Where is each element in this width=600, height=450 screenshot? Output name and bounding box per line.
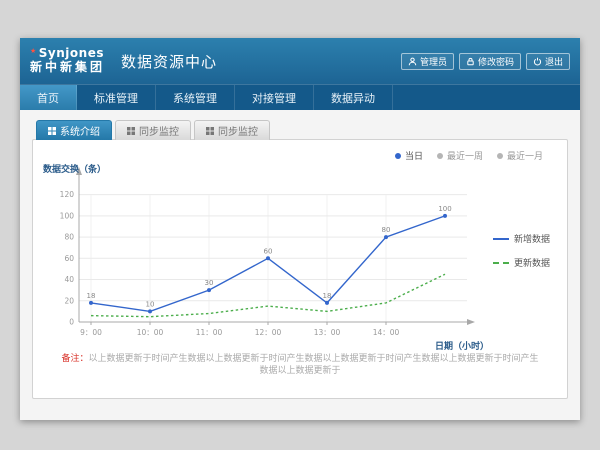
svg-text:数据交换（条）: 数据交换（条） (43, 163, 106, 175)
change-password-button[interactable]: 修改密码 (459, 53, 521, 70)
logo-wordmark: ★Synjones (30, 47, 105, 61)
power-icon (533, 57, 542, 66)
chart-panel: 当日 最近一周 最近一月 0204060801001209：0010：0011：… (32, 139, 568, 399)
grid-icon (127, 127, 135, 135)
svg-text:13：00: 13：00 (314, 328, 341, 337)
svg-text:40: 40 (64, 275, 74, 284)
nav-item-data-change[interactable]: 数据异动 (314, 85, 393, 110)
footnote-label: 备注： (61, 354, 88, 364)
logo-company-name: 新中新集团 (30, 61, 105, 75)
tab-sync-monitor-2[interactable]: 同步监控 (194, 120, 270, 140)
logo-star-icon: ★ (30, 47, 37, 55)
svg-text:80: 80 (64, 233, 74, 242)
logo: ★Synjones 新中新集团 (30, 47, 105, 75)
svg-text:14：00: 14：00 (373, 328, 400, 337)
svg-text:120: 120 (60, 190, 75, 199)
grid-icon (206, 127, 214, 135)
logout-button[interactable]: 退出 (526, 53, 570, 70)
app-window: ★Synjones 新中新集团 数据资源中心 管理员 修改密码 退出 首页 标准… (20, 38, 580, 420)
period-last-month[interactable]: 最近一月 (497, 149, 543, 162)
header-actions: 管理员 修改密码 退出 (401, 53, 570, 70)
nav-item-system-mgmt[interactable]: 系统管理 (156, 85, 235, 110)
line-chart: 0 20 40 60 80 100 120 9：00 10：00 11：00 12：00 13：00 1… (41, 160, 491, 360)
user-icon (408, 57, 417, 66)
legend-dot-icon (395, 153, 401, 159)
series-legend: 新增数据 更新数据 (493, 232, 559, 269)
dashed-line-icon (493, 262, 509, 264)
svg-text:12：00: 12：00 (255, 328, 282, 337)
svg-text:60: 60 (264, 247, 273, 255)
svg-text:11：00: 11：00 (196, 328, 223, 337)
nav-item-standard-mgmt[interactable]: 标准管理 (77, 85, 156, 110)
svg-text:日期（小时）: 日期（小时） (435, 340, 489, 352)
grid-icon (48, 127, 56, 135)
svg-text:30: 30 (205, 279, 214, 287)
legend-update-data: 更新数据 (493, 256, 559, 269)
solid-line-icon (493, 238, 509, 240)
svg-text:80: 80 (382, 226, 391, 234)
app-header: ★Synjones 新中新集团 数据资源中心 管理员 修改密码 退出 (20, 38, 580, 84)
svg-text:18: 18 (87, 292, 96, 300)
tab-system-intro[interactable]: 系统介绍 (36, 120, 112, 140)
svg-text:9：00: 9：00 (80, 328, 102, 337)
main-content: 系统介绍 同步监控 同步监控 当日 最近一周 (20, 110, 580, 399)
admin-user-button[interactable]: 管理员 (401, 53, 454, 70)
legend-dot-icon (437, 153, 443, 159)
footnote-text: 以上数据更新于时间产生数据以上数据更新于时间产生数据以上数据更新于时间产生数据以… (89, 354, 539, 377)
nav-item-interface-mgmt[interactable]: 对接管理 (235, 85, 314, 110)
svg-text:0: 0 (69, 318, 74, 327)
legend-new-data: 新增数据 (493, 232, 559, 245)
tab-bar: 系统介绍 同步监控 同步监控 (32, 120, 568, 140)
svg-text:20: 20 (64, 296, 74, 305)
svg-text:100: 100 (60, 211, 75, 220)
legend-dot-icon (497, 153, 503, 159)
footnote: 备注：以上数据更新于时间产生数据以上数据更新于时间产生数据以上数据更新于时间产生… (33, 353, 567, 378)
main-nav: 首页 标准管理 系统管理 对接管理 数据异动 (20, 84, 580, 110)
page-title: 数据资源中心 (121, 51, 217, 72)
svg-text:18: 18 (323, 292, 332, 300)
lock-icon (466, 57, 475, 66)
svg-text:100: 100 (438, 205, 451, 213)
svg-text:10: 10 (146, 300, 155, 308)
nav-item-home[interactable]: 首页 (20, 85, 77, 110)
svg-text:60: 60 (64, 254, 74, 263)
svg-text:10：00: 10：00 (137, 328, 164, 337)
tab-sync-monitor-1[interactable]: 同步监控 (115, 120, 191, 140)
